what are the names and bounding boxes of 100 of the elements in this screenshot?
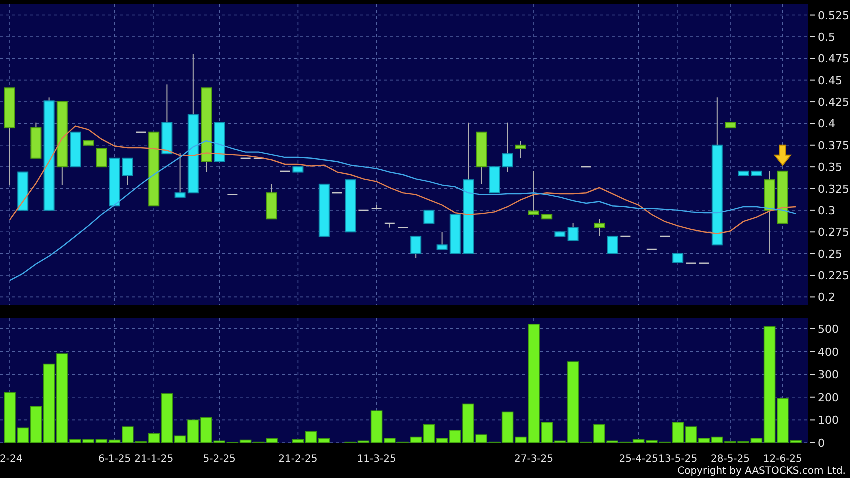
y-axis-label: 0.475 [810, 52, 850, 66]
candlestick [751, 170, 762, 176]
x-axis-label: 13-5-25 [658, 454, 698, 465]
y-axis-label: 500 [810, 322, 839, 336]
down-arrow-icon [774, 144, 792, 166]
y-tick-label: 0.325 [818, 182, 850, 196]
candlestick [489, 166, 500, 194]
x-axis-label: 2-24 [0, 454, 23, 465]
candlestick [266, 184, 278, 220]
y-tick-label: 0.25 [818, 248, 842, 261]
y-axis-label: 0 [810, 437, 825, 450]
y-tick-label: 0.525 [818, 9, 850, 22]
y-tick-label: 0.375 [818, 139, 850, 152]
y-axis-label: 0.25 [810, 248, 842, 261]
y-tick-label: 100 [818, 414, 839, 428]
candlestick [122, 158, 134, 186]
x-axis-label: 21-2-25 [278, 454, 318, 465]
candlestick [686, 262, 696, 264]
y-tick-label: 500 [818, 322, 839, 336]
candlestick [345, 180, 356, 233]
candlestick [83, 140, 94, 146]
y-axis-label: 0.325 [810, 182, 850, 196]
candlestick [96, 148, 108, 168]
candlestick [332, 192, 342, 194]
y-tick-label: 300 [818, 368, 839, 382]
y-tick-label: 0.275 [818, 226, 850, 240]
candlestick [672, 253, 684, 263]
y-axis-label: 0.375 [810, 139, 850, 152]
candlestick [777, 170, 788, 224]
y-axis-label: 100 [810, 414, 839, 428]
candlestick [515, 140, 526, 159]
candlestick [554, 232, 566, 237]
y-tick-label: 0.425 [818, 96, 850, 110]
candlestick [502, 122, 514, 173]
candlestick [660, 236, 670, 238]
x-axis-label: 11-3-25 [357, 454, 396, 465]
y-axis-label: 400 [810, 346, 839, 359]
candlestick [699, 262, 710, 264]
y-axis-label: 0.225 [810, 270, 850, 282]
candlestick [568, 222, 579, 242]
y-axis-label: 0.4 [810, 118, 836, 131]
candlestick [162, 84, 173, 155]
candlestick [372, 204, 382, 210]
x-axis-label: 5-2-25 [203, 454, 236, 465]
y-tick-label: 0.225 [818, 270, 850, 283]
y-axis-label: 300 [810, 368, 839, 382]
x-axis-label: 28-5-25 [710, 454, 750, 465]
candlestick [450, 214, 461, 254]
x-axis-label: 6-1-25 [98, 454, 132, 465]
candlestick [436, 232, 448, 250]
candlestick [646, 248, 657, 250]
candlestick [254, 158, 264, 159]
candlestick [581, 166, 592, 168]
y-axis-label: 0.275 [810, 226, 850, 240]
candlestick [318, 184, 330, 237]
candlestick [292, 166, 304, 173]
candlestick [594, 218, 605, 237]
candlestick [398, 227, 408, 228]
candlestick [725, 122, 736, 129]
candlestick [240, 158, 251, 159]
x-axis-label: 27-3-25 [514, 454, 554, 465]
y-axis-label: 0.35 [810, 161, 842, 174]
candlestick [228, 194, 238, 196]
x-axis-label: 21-1-25 [134, 454, 174, 465]
y-tick-label: 0.4 [818, 118, 836, 131]
candlestick [358, 210, 369, 212]
candlestick [280, 170, 290, 172]
y-tick-label: 0.45 [818, 74, 842, 88]
candlestick [620, 236, 631, 238]
y-tick-label: 200 [818, 391, 839, 404]
y-axis-label: 0.3 [810, 204, 836, 218]
y-tick-label: 0 [818, 437, 825, 450]
y-axis-label: 0.2 [810, 291, 836, 304]
candlestick [542, 214, 553, 220]
y-axis-label: 0.45 [810, 74, 842, 88]
candlestick [476, 132, 488, 185]
y-tick-label: 0.5 [818, 30, 836, 44]
copyright-text: Copyright by AASTOCKS.com Ltd. [678, 465, 846, 478]
candlestick [424, 210, 435, 224]
candlestick [738, 170, 750, 176]
candlestick [174, 152, 186, 198]
candlestick [410, 236, 422, 259]
candlestick [70, 132, 81, 168]
candlestick [214, 122, 226, 162]
candlestick [30, 122, 42, 159]
y-axis-label: 0.5 [810, 30, 836, 44]
candlestick [109, 158, 120, 207]
candlestick [18, 172, 29, 211]
candlestick [384, 222, 395, 228]
y-tick-label: 0.475 [818, 52, 850, 66]
x-axis-label: 12-6-25 [763, 454, 802, 465]
y-axis-label: 0.525 [810, 9, 850, 22]
candlestick [528, 170, 540, 216]
candlestick [607, 236, 618, 254]
y-tick-label: 0.3 [818, 204, 836, 218]
candlestick [136, 132, 146, 133]
x-axis-label: 25-4-25 [619, 454, 658, 465]
y-axis-label: 0.425 [810, 96, 850, 110]
y-axis-label: 200 [810, 391, 839, 404]
y-tick-label: 400 [818, 346, 839, 359]
